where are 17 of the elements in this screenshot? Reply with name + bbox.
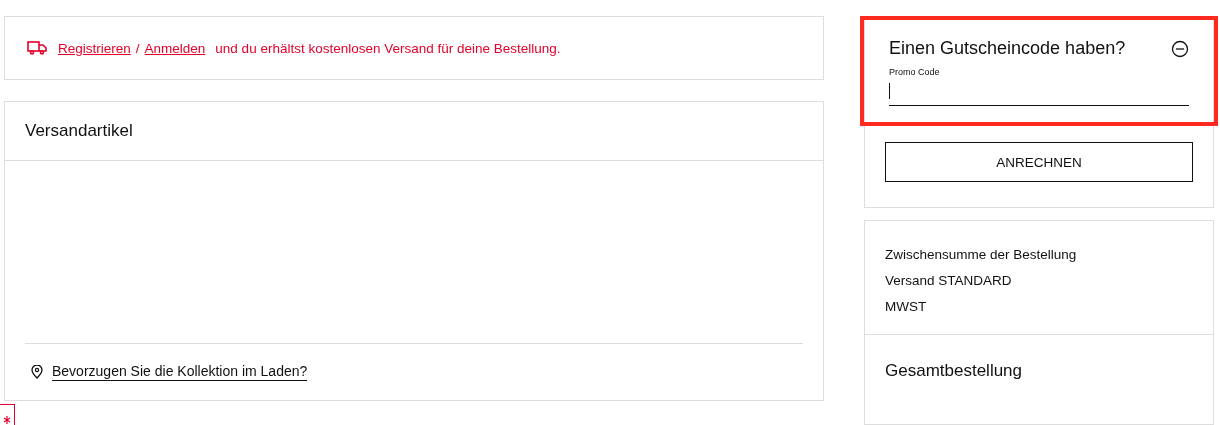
- shipping-message: und du erhältst kostenlosen Versand für deine Bestellung.: [215, 40, 561, 56]
- apply-button[interactable]: ANRECHNEN: [885, 142, 1193, 182]
- truck-icon: [27, 41, 47, 55]
- summary-label: Zwischensumme der Bestellung: [885, 247, 1078, 262]
- promo-title: Einen Gutscheincode haben?: [889, 38, 1126, 59]
- card-title: Versandartikel: [25, 121, 133, 141]
- summary-label: MWST: [885, 299, 928, 314]
- separator-text: /: [135, 40, 140, 56]
- login-link[interactable]: Anmelden: [144, 40, 206, 56]
- collapse-icon[interactable]: [1171, 39, 1189, 58]
- total-label: Gesamtbestellung: [885, 361, 1023, 380]
- sparkle-icon: [3, 415, 11, 425]
- store-pickup-link[interactable]: Bevorzugen Sie die Kollektion im Laden?: [52, 363, 308, 381]
- location-pin-icon: [31, 365, 43, 379]
- promo-code-field[interactable]: Promo Code: [889, 67, 1189, 106]
- summary-label: Versand STANDARD: [885, 273, 1013, 288]
- register-link[interactable]: Registrieren: [58, 40, 131, 56]
